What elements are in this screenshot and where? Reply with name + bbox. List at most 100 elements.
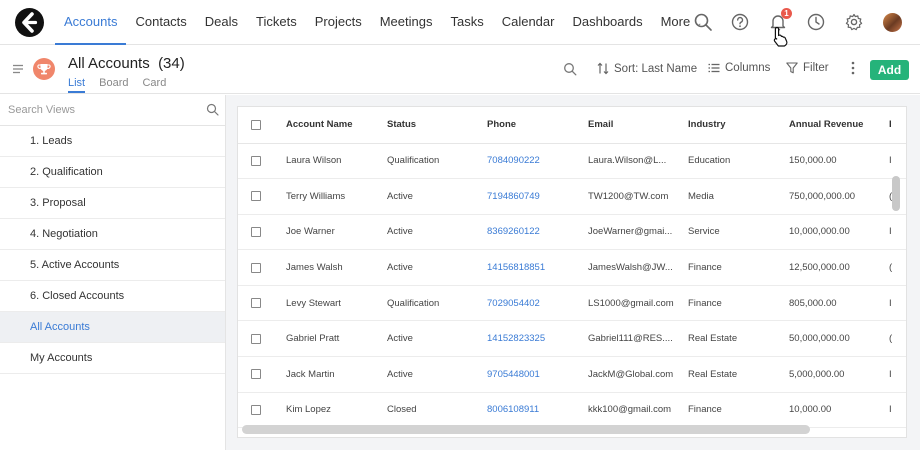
column-header[interactable]: I — [889, 107, 906, 144]
account-name-cell[interactable]: Gabriel Pratt — [286, 320, 387, 358]
view-item[interactable]: 1. Leads — [0, 126, 225, 157]
row-select-cell — [238, 320, 286, 358]
list-search-icon[interactable] — [563, 62, 577, 76]
phone-cell[interactable]: 14152823325 — [487, 320, 588, 358]
view-item[interactable]: 3. Proposal — [0, 188, 225, 219]
view-item[interactable]: All Accounts — [0, 312, 225, 343]
table-row[interactable]: Jack Martin Active 9705448001 JackM@Global.… — [238, 356, 906, 393]
status-cell: Active — [387, 214, 487, 251]
email-cell: LS1000@gmail.com — [588, 285, 688, 322]
notification-badge: 1 — [781, 8, 792, 19]
table-row[interactable]: James Walsh Active 14156818851 JamesWalsh@J… — [238, 249, 906, 286]
vertical-scrollbar[interactable] — [892, 176, 900, 211]
nav-projects[interactable]: Projects — [306, 0, 371, 45]
user-avatar[interactable] — [883, 13, 902, 32]
table-row[interactable]: Levy Stewart Qualification 7029054402 LS100… — [238, 285, 906, 322]
columns-button[interactable]: Columns — [708, 62, 770, 74]
nav-tasks[interactable]: Tasks — [441, 0, 492, 45]
phone-cell[interactable]: 8006108911 — [487, 392, 588, 429]
table-row[interactable]: Laura Wilson Qualification 7084090222 Laura… — [238, 143, 906, 180]
column-header[interactable]: Industry — [688, 107, 789, 144]
view-item[interactable]: 6. Closed Accounts — [0, 281, 225, 312]
row-select-cell — [238, 178, 286, 215]
view-item[interactable]: 5. Active Accounts — [0, 250, 225, 281]
row-select-cell — [238, 214, 286, 251]
column-header[interactable]: Status — [387, 107, 487, 144]
row-select-cell — [238, 285, 286, 322]
nav-meetings[interactable]: Meetings — [371, 0, 442, 45]
tab-board[interactable]: Board — [99, 77, 128, 93]
row-checkbox[interactable] — [251, 155, 261, 166]
table-row[interactable]: Terry Williams Active 7194860749 TW1200@TW.… — [238, 178, 906, 215]
email-cell: JamesWalsh@JW... — [588, 249, 688, 286]
revenue-cell: 150,000.00 — [789, 143, 889, 180]
account-name-cell[interactable]: Levy Stewart — [286, 285, 387, 322]
add-button[interactable]: Add — [870, 60, 909, 80]
views-sidebar: 1. Leads2. Qualification3. Proposal4. Ne… — [0, 95, 226, 450]
account-name-cell[interactable]: James Walsh — [286, 249, 387, 286]
column-header[interactable]: Phone — [487, 107, 588, 144]
row-checkbox[interactable] — [251, 404, 261, 415]
industry-cell: Finance — [688, 285, 789, 322]
row-checkbox[interactable] — [251, 333, 261, 344]
page-title-text: All Accounts — [68, 55, 150, 72]
account-name-cell[interactable]: Laura Wilson — [286, 143, 387, 180]
phone-cell[interactable]: 7194860749 — [487, 178, 588, 215]
nav-deals[interactable]: Deals — [196, 0, 247, 45]
row-checkbox[interactable] — [251, 262, 261, 273]
phone-cell[interactable]: 14156818851 — [487, 249, 588, 286]
row-checkbox[interactable] — [251, 191, 261, 202]
nav-tickets[interactable]: Tickets — [247, 0, 306, 45]
accounts-table-container: Account Name Status Phone Email Industry… — [237, 106, 907, 438]
account-name-cell[interactable]: Joe Warner — [286, 214, 387, 251]
help-icon[interactable] — [730, 12, 750, 32]
row-select-cell — [238, 143, 286, 180]
main-nav: Accounts Contacts Deals Tickets Projects Meet… — [55, 0, 712, 45]
horizontal-scrollbar[interactable] — [242, 425, 810, 434]
nav-accounts[interactable]: Accounts — [55, 0, 127, 45]
view-item[interactable]: 2. Qualification — [0, 157, 225, 188]
search-views-input[interactable] — [8, 101, 198, 119]
select-all-checkbox[interactable] — [251, 119, 261, 130]
tab-list[interactable]: List — [68, 77, 86, 93]
account-name-cell[interactable]: Jack Martin — [286, 356, 387, 393]
table-row[interactable]: Joe Warner Active 8369260122 JoeWarner@gmai… — [238, 214, 906, 251]
view-item[interactable]: My Accounts — [0, 343, 225, 374]
phone-cell[interactable]: 9705448001 — [487, 356, 588, 393]
status-cell: Qualification — [387, 285, 487, 322]
column-header[interactable]: Account Name — [286, 107, 387, 144]
account-name-cell[interactable]: Kim Lopez — [286, 392, 387, 429]
nav-more-label: More — [660, 14, 691, 29]
column-header[interactable]: Annual Revenue — [789, 107, 889, 144]
revenue-cell: 750,000,000.00 — [789, 178, 889, 215]
industry-cell: Media — [688, 178, 789, 215]
nav-calendar[interactable]: Calendar — [493, 0, 564, 45]
row-checkbox[interactable] — [251, 369, 261, 380]
sort-button[interactable]: Sort: Last Name — [597, 62, 697, 75]
hamburger-menu-icon[interactable] — [12, 64, 24, 74]
clock-icon[interactable] — [806, 12, 826, 32]
phone-cell[interactable]: 8369260122 — [487, 214, 588, 251]
row-checkbox[interactable] — [251, 226, 261, 237]
tab-card[interactable]: Card — [142, 77, 166, 93]
search-views — [0, 95, 225, 126]
revenue-cell: 50,000,000.00 — [789, 320, 889, 358]
table-row[interactable]: Kim Lopez Closed 8006108911 kkk100@gmail.co… — [238, 392, 906, 429]
account-name-cell[interactable]: Terry Williams — [286, 178, 387, 215]
phone-cell[interactable]: 7084090222 — [487, 143, 588, 180]
app-logo[interactable] — [15, 8, 44, 37]
search-icon[interactable] — [693, 12, 713, 32]
accounts-module-icon — [33, 58, 55, 80]
table-row[interactable]: Gabriel Pratt Active 14152823325 Gabriel111… — [238, 320, 906, 358]
column-header[interactable]: Email — [588, 107, 688, 144]
row-checkbox[interactable] — [251, 298, 261, 309]
nav-dashboards[interactable]: Dashboards — [563, 0, 651, 45]
search-icon[interactable] — [206, 103, 219, 116]
filter-button[interactable]: Filter — [786, 62, 829, 74]
view-item[interactable]: 4. Negotiation — [0, 219, 225, 250]
more-options-icon[interactable] — [851, 61, 855, 75]
phone-cell[interactable]: 7029054402 — [487, 285, 588, 322]
gear-icon[interactable] — [844, 12, 864, 32]
views-list: 1. Leads 2. Qualification 3. Proposal 4. Ne… — [0, 126, 225, 374]
nav-contacts[interactable]: Contacts — [126, 0, 195, 45]
